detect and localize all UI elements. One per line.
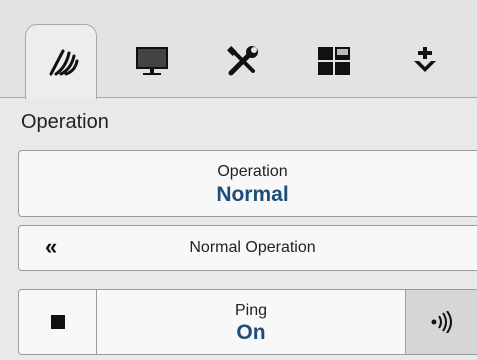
monitor-icon xyxy=(136,47,168,75)
ping-signal-button[interactable] xyxy=(405,290,477,354)
tab-tools[interactable] xyxy=(207,24,279,98)
ping-control: Ping On xyxy=(18,289,477,355)
ping-label: Ping xyxy=(234,302,268,319)
ping-value: On xyxy=(236,321,266,344)
signal-icon xyxy=(431,311,452,333)
stop-icon xyxy=(50,315,65,329)
download-icon xyxy=(414,47,436,72)
tab-sonar[interactable] xyxy=(25,24,97,99)
tab-download[interactable] xyxy=(389,24,461,98)
normal-operation-button[interactable]: « Normal Operation xyxy=(18,225,477,271)
layout-icon xyxy=(318,47,350,75)
sonar-icon xyxy=(49,49,79,76)
tab-monitor[interactable] xyxy=(116,24,188,98)
ping-button[interactable]: Ping On xyxy=(97,290,405,354)
section-title: Operation xyxy=(21,111,109,133)
operation-value: Normal xyxy=(216,183,289,206)
operation-label: Operation xyxy=(217,163,288,180)
tab-bar xyxy=(0,0,477,99)
tab-layout[interactable] xyxy=(298,24,370,98)
ping-stop-button[interactable] xyxy=(19,290,97,354)
operation-button[interactable]: Operation Normal xyxy=(18,150,477,217)
normal-operation-label: Normal Operation xyxy=(189,239,316,256)
tools-icon xyxy=(227,46,258,76)
